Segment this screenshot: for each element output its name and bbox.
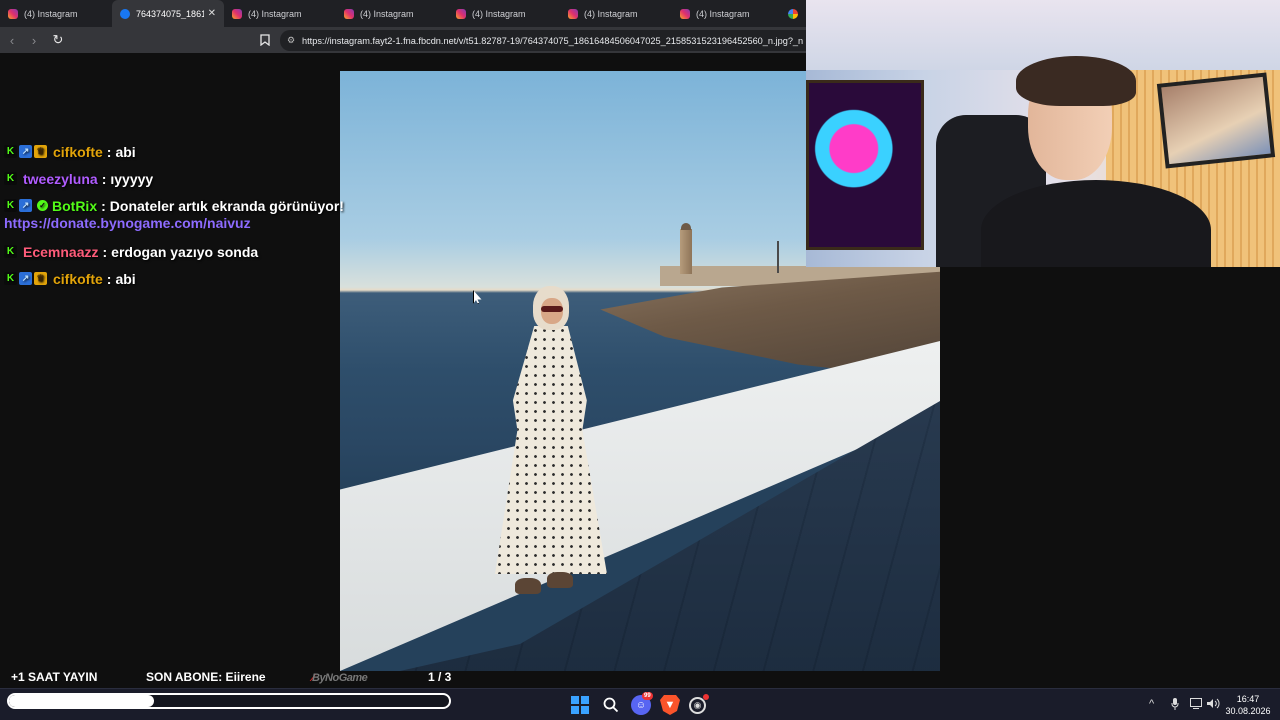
chat-separator: : <box>106 143 112 160</box>
instagram-icon <box>456 8 466 19</box>
recording-indicator-icon <box>703 694 709 700</box>
tab-google[interactable] <box>784 0 804 27</box>
sunglasses <box>541 306 563 312</box>
webcam-feed <box>806 0 1280 267</box>
chat-username[interactable]: BotRix <box>52 198 97 214</box>
tab-title: 764374075_1861€ <box>136 8 204 19</box>
progress-fill <box>9 695 155 707</box>
address-bar[interactable]: ⚙ https://instagram.fayt2-1.fna.fbcdn.ne… <box>280 30 810 51</box>
instagram-icon <box>8 8 18 19</box>
dress <box>495 326 607 574</box>
kick-badge-icon: K <box>4 172 17 185</box>
last-subscriber-label: SON ABONE: Eiirene <box>146 670 266 684</box>
search-icon[interactable] <box>601 695 621 715</box>
tab-instagram-2[interactable]: (4) Instagram <box>224 0 336 27</box>
close-icon[interactable]: ✕ <box>208 8 216 19</box>
tab-instagram-5[interactable]: (4) Instagram <box>560 0 672 27</box>
chat-message: K tweezyluna : ıyyyyy <box>4 165 364 192</box>
verified-badge-icon: ✓ <box>37 200 48 211</box>
lighthouse <box>680 223 692 274</box>
chat-message: K ↗ ♛ cifkofte : abi <box>4 138 364 165</box>
tab-title: (4) Instagram <box>696 8 750 19</box>
lamp-pole <box>777 241 779 273</box>
kick-badge-icon: K <box>4 145 17 158</box>
stream-progress-bar <box>7 693 451 709</box>
sponsor-name: ByNoGame <box>312 672 368 684</box>
wall-poster <box>806 80 924 250</box>
person-figure <box>485 286 615 606</box>
shoe <box>547 572 573 588</box>
chat-username[interactable]: cifkofte <box>53 271 103 287</box>
kick-badge-icon: K <box>4 272 17 285</box>
streamer-hair <box>1016 56 1136 106</box>
brave-browser-icon[interactable]: ▼ <box>660 695 680 715</box>
sponsor-logo: ⁄ ByNoGame <box>312 670 400 686</box>
sub-crown-icon: ♛ <box>34 272 47 285</box>
chat-text: abi <box>115 270 136 287</box>
chat-message: K ↗ ♛ cifkofte : abi <box>4 265 364 292</box>
forward-button[interactable]: › <box>24 30 44 50</box>
chat-separator: : <box>101 170 107 187</box>
chevron-up-icon[interactable]: ^ <box>1149 698 1154 710</box>
stream-duration-label: +1 SAAT YAYIN <box>11 670 98 684</box>
tab-instagram-1[interactable]: (4) Instagram <box>0 0 112 27</box>
discord-notification-badge: 99 <box>642 692 653 700</box>
network-icon[interactable] <box>1190 698 1202 712</box>
instagram-icon <box>568 8 578 19</box>
site-info-icon[interactable]: ⚙ <box>280 35 302 46</box>
og-badge-icon: ↗ <box>19 199 32 212</box>
stream-info-bar: +1 SAAT YAYIN SON ABONE: Eiirene ⁄ ByNoGa… <box>0 668 600 686</box>
chat-username[interactable]: Ecemnaazz <box>23 244 98 260</box>
instagram-icon <box>232 8 242 19</box>
page-counter: 1 / 3 <box>428 670 452 684</box>
chat-link[interactable]: https://donate.bynogame.com/naivuz <box>4 215 364 234</box>
chat-text: erdogan yazıyo sonda <box>111 243 259 260</box>
clock-date: 30.08.2026 <box>1225 706 1271 716</box>
chat-separator: : <box>101 197 106 214</box>
system-clock[interactable]: 16:47 30.08.2026 <box>1222 693 1274 717</box>
tab-title: (4) Instagram <box>584 8 638 19</box>
tab-instagram-3[interactable]: (4) Instagram <box>336 0 448 27</box>
sub-crown-icon: ♛ <box>34 145 47 158</box>
chat-text: ıyyyyy <box>110 170 154 187</box>
back-button[interactable]: ‹ <box>2 30 22 50</box>
url-text[interactable]: https://instagram.fayt2-1.fna.fbcdn.net/… <box>302 36 803 46</box>
instagram-icon <box>344 8 354 19</box>
tab-instagram-4[interactable]: (4) Instagram <box>448 0 560 27</box>
chat-username[interactable]: cifkofte <box>53 144 103 160</box>
instagram-icon <box>680 8 690 19</box>
chat-username[interactable]: tweezyluna <box>23 171 98 187</box>
chat-separator: : <box>102 243 108 260</box>
browser-tab-strip: (4) Instagram 764374075_1861€ ✕ (4) Inst… <box>0 0 806 27</box>
kick-badge-icon: K <box>4 245 17 258</box>
tab-title: (4) Instagram <box>24 8 78 19</box>
microphone-icon[interactable] <box>1171 698 1179 713</box>
speaker-icon[interactable] <box>1207 698 1220 712</box>
chat-text: Donateler artık ekranda görünüyor! <box>109 197 344 214</box>
browser-toolbar: ‹ › ↻ ⚙ https://instagram.fayt2-1.fna.fb… <box>0 27 810 53</box>
shoe <box>515 578 541 594</box>
facebook-icon <box>120 8 130 19</box>
tab-title: (4) Instagram <box>248 8 302 19</box>
wall-screen <box>1156 72 1276 169</box>
chat-overlay: K ↗ ♛ cifkofte : abi K tweezyluna : ıyyy… <box>4 138 364 292</box>
windows-taskbar: ☺ 99 ▼ ◉ ^ 16:47 30.08.2026 <box>0 688 1280 720</box>
chat-message: K Ecemnaazz : erdogan yazıyo sonda <box>4 238 364 265</box>
chat-text: abi <box>115 143 136 160</box>
kick-badge-icon: K <box>4 199 17 212</box>
og-badge-icon: ↗ <box>19 272 32 285</box>
reload-button[interactable]: ↻ <box>48 30 68 50</box>
windows-start-icon[interactable] <box>571 696 589 714</box>
tab-title: (4) Instagram <box>360 8 414 19</box>
clock-time: 16:47 <box>1236 694 1260 704</box>
tab-title: (4) Instagram <box>472 8 526 19</box>
chat-separator: : <box>106 270 112 287</box>
google-icon <box>788 8 798 19</box>
og-badge-icon: ↗ <box>19 145 32 158</box>
tab-image-active[interactable]: 764374075_1861€ ✕ <box>112 0 224 27</box>
bookmark-icon[interactable] <box>257 31 273 49</box>
tab-instagram-6[interactable]: (4) Instagram <box>672 0 784 27</box>
